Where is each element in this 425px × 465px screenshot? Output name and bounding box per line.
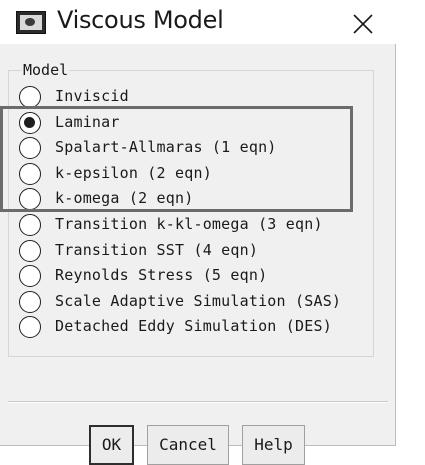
model-group-label: Model: [22, 61, 70, 79]
radio-button[interactable]: [19, 265, 41, 287]
fluent-app-icon: [16, 11, 46, 34]
model-option[interactable]: Inviscid: [19, 86, 364, 108]
viscous-model-dialog: Viscous Model Model Inviscid Laminar Spala…: [0, 0, 396, 465]
model-option-label: Detached Eddy Simulation (DES): [55, 317, 332, 335]
radio-button[interactable]: [19, 316, 41, 338]
model-option[interactable]: Scale Adaptive Simulation (SAS): [19, 291, 364, 313]
close-button[interactable]: [340, 5, 384, 41]
separator: [8, 401, 388, 403]
model-option[interactable]: Spalart-Allmaras (1 eqn): [19, 137, 364, 159]
model-option[interactable]: Transition k-kl-omega (3 eqn): [19, 214, 364, 236]
radio-button[interactable]: [19, 163, 41, 185]
radio-button[interactable]: [19, 86, 41, 108]
model-option-label: k-omega (2 eqn): [55, 189, 194, 207]
radio-button[interactable]: [19, 188, 41, 210]
ok-button[interactable]: OK: [89, 425, 134, 465]
window-title: Viscous Model: [57, 6, 224, 34]
model-option-label: Transition SST (4 eqn): [55, 241, 259, 259]
title-bar[interactable]: Viscous Model: [0, 0, 396, 44]
model-option[interactable]: Laminar: [19, 112, 364, 134]
model-option-label: Scale Adaptive Simulation (SAS): [55, 292, 342, 310]
dialog-body: Model Inviscid Laminar Spalart-Allmaras (1…: [0, 44, 395, 465]
radio-button[interactable]: [19, 240, 41, 262]
radio-button[interactable]: [19, 214, 41, 236]
model-option[interactable]: k-omega (2 eqn): [19, 188, 364, 210]
model-option[interactable]: Reynolds Stress (5 eqn): [19, 265, 364, 287]
help-button[interactable]: Help: [242, 425, 305, 465]
model-option-label: Inviscid: [55, 87, 129, 105]
model-option-label: k-epsilon (2 eqn): [55, 164, 212, 182]
close-icon: [353, 14, 373, 34]
model-option[interactable]: Transition SST (4 eqn): [19, 240, 364, 262]
model-option-label: Reynolds Stress (5 eqn): [55, 266, 268, 284]
model-option-label: Transition k-kl-omega (3 eqn): [55, 215, 323, 233]
model-option[interactable]: k-epsilon (2 eqn): [19, 163, 364, 185]
cancel-button[interactable]: Cancel: [147, 425, 229, 465]
model-option-label: Laminar: [55, 113, 120, 131]
model-option[interactable]: Detached Eddy Simulation (DES): [19, 316, 364, 338]
radio-button[interactable]: [19, 291, 41, 313]
radio-selected-dot: [24, 117, 35, 128]
radio-button[interactable]: [19, 137, 41, 159]
radio-button[interactable]: [19, 112, 41, 134]
model-option-label: Spalart-Allmaras (1 eqn): [55, 138, 277, 156]
